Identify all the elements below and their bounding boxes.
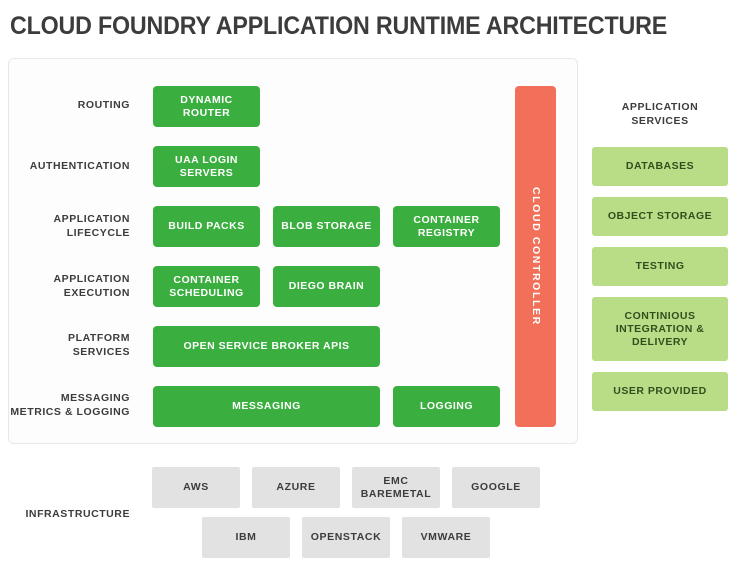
- page-title: Cloud Foundry Application Runtime Archit…: [10, 12, 668, 40]
- box-openstack[interactable]: OpenStack: [302, 517, 390, 558]
- box-build-packs[interactable]: Build Packs: [153, 206, 260, 247]
- box-cloud-controller[interactable]: Cloud Controller: [515, 86, 556, 427]
- box-container-registry[interactable]: Container Registry: [393, 206, 500, 247]
- box-dynamic-router[interactable]: Dynamic Router: [153, 86, 260, 127]
- box-open-service-broker-apis[interactable]: Open Service Broker APIs: [153, 326, 380, 367]
- box-emc-baremetal[interactable]: EMC Baremetal: [352, 467, 440, 508]
- row-label-application-execution: Application Execution: [53, 273, 130, 299]
- box-azure[interactable]: Azure: [252, 467, 340, 508]
- box-container-scheduling[interactable]: Container Scheduling: [153, 266, 260, 307]
- box-blob-storage[interactable]: Blob Storage: [273, 206, 380, 247]
- box-testing[interactable]: Testing: [592, 247, 728, 286]
- box-vmware[interactable]: VMware: [402, 517, 490, 558]
- box-google[interactable]: Google: [452, 467, 540, 508]
- box-databases[interactable]: Databases: [592, 147, 728, 186]
- row-label-platform-services: Platform Services: [68, 332, 130, 358]
- box-continuous-integration-delivery[interactable]: Continious Integration & Delivery: [592, 297, 728, 361]
- box-messaging[interactable]: Messaging: [153, 386, 380, 427]
- row-label-authentication: Authentication: [29, 160, 130, 172]
- box-object-storage[interactable]: Object Storage: [592, 197, 728, 236]
- box-logging[interactable]: Logging: [393, 386, 500, 427]
- row-label-messaging-metrics-logging: Messaging Metrics & Logging: [10, 392, 130, 418]
- box-user-provided[interactable]: User Provided: [592, 372, 728, 411]
- box-diego-brain[interactable]: Diego Brain: [273, 266, 380, 307]
- application-services-header: Application Services: [621, 101, 699, 127]
- row-label-routing: Routing: [77, 99, 130, 111]
- infrastructure-label: Infrastructure: [25, 508, 130, 520]
- box-uaa-login-servers[interactable]: UAA Login Servers: [153, 146, 260, 187]
- box-ibm[interactable]: IBM: [202, 517, 290, 558]
- diagram-canvas: Cloud Foundry Application Runtime Archit…: [0, 0, 730, 570]
- box-aws[interactable]: AWS: [152, 467, 240, 508]
- row-label-application-lifecycle: Application Lifecycle: [53, 213, 130, 239]
- cloud-controller-label: Cloud Controller: [530, 187, 542, 326]
